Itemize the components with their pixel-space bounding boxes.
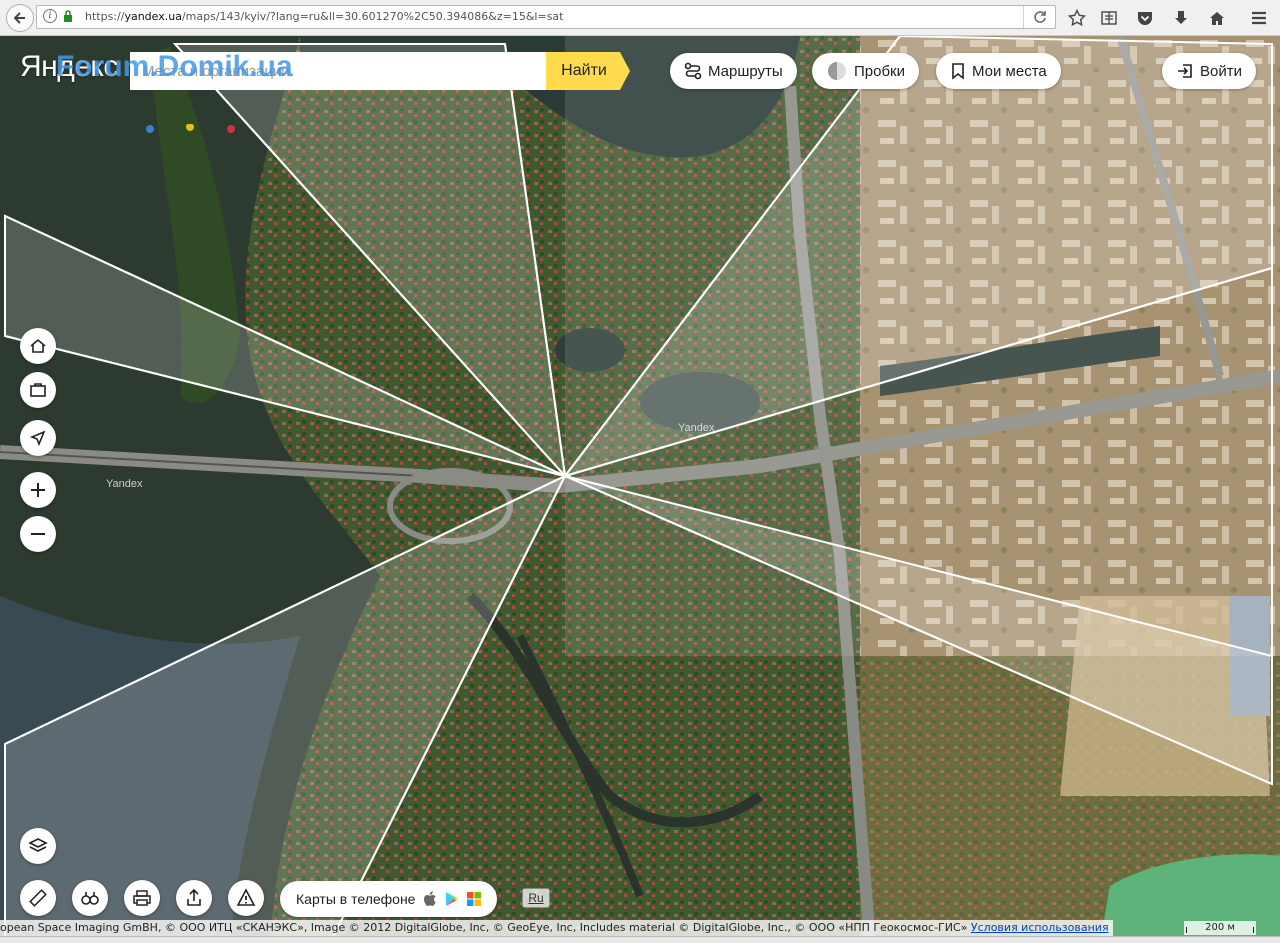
map-view[interactable]: Yandex Yandex Яндекс Forum.Domik.ua Найт… — [0, 36, 1280, 943]
url-text[interactable]: https://yandex.ua/maps/143/kyiv/?lang=ru… — [85, 10, 564, 23]
url-path: /maps/143/kyiv/?lang=ru&ll=30.601270%2C5… — [181, 10, 564, 23]
bookmark-star-button[interactable] — [1066, 7, 1088, 29]
copyright-text: opean Space Imaging GmBH, © ООО ИТЦ «СКА… — [0, 921, 968, 934]
my-location-button[interactable] — [20, 420, 56, 456]
routes-button[interactable]: Маршруты — [670, 53, 797, 89]
info-icon[interactable]: i — [43, 9, 57, 23]
url-prefix: https:// — [85, 10, 125, 23]
reload-button[interactable] — [1023, 6, 1055, 28]
home-button[interactable] — [20, 328, 56, 364]
traffic-label: Пробки — [854, 62, 905, 80]
route-icon — [684, 62, 702, 80]
download-icon — [1175, 11, 1187, 24]
ruler-icon — [29, 889, 47, 907]
satellite-imagery[interactable] — [0, 36, 1280, 943]
browser-toolbar: i https://yandex.ua/maps/143/kyiv/?lang=… — [0, 0, 1280, 36]
ruler-button[interactable] — [20, 880, 56, 916]
share-icon — [187, 888, 201, 906]
mobile-apps-label: Карты в телефоне — [296, 891, 416, 907]
reload-icon — [1033, 11, 1046, 23]
panorama-icon — [81, 892, 99, 905]
routes-label: Маршруты — [708, 62, 783, 80]
reading-list-icon — [1101, 11, 1117, 25]
report-error-icon — [236, 888, 256, 906]
my-places-button[interactable]: Мои места — [936, 53, 1061, 89]
home-button[interactable] — [1206, 7, 1228, 29]
address-bar[interactable]: i https://yandex.ua/maps/143/kyiv/?lang=… — [36, 5, 1056, 29]
traffic-icon — [828, 62, 846, 80]
search-button[interactable]: Найти — [546, 52, 630, 90]
layers-button[interactable] — [20, 828, 56, 864]
terms-link[interactable]: Условия использования — [971, 921, 1109, 934]
locate-icon — [29, 430, 46, 447]
lock-icon — [64, 10, 72, 22]
layers-icon — [28, 838, 48, 852]
work-button[interactable] — [20, 372, 56, 408]
print-icon — [133, 890, 151, 906]
copyright-bar: opean Space Imaging GmBH, © ООО ИТЦ «СКА… — [0, 920, 1113, 936]
window-bottom-edge — [0, 936, 1280, 943]
zoom-out-button[interactable] — [20, 516, 56, 552]
downloads-button[interactable] — [1170, 7, 1192, 29]
menu-button[interactable] — [1248, 7, 1270, 29]
menu-icon — [1252, 11, 1266, 25]
home-icon — [1210, 12, 1224, 25]
briefcase-icon — [30, 383, 46, 397]
my-places-label: Мои места — [972, 62, 1047, 80]
panorama-button[interactable] — [72, 880, 108, 916]
scale-bar: 200 м — [1184, 921, 1256, 935]
watermark-dots — [146, 124, 235, 133]
print-button[interactable] — [124, 880, 160, 916]
windows-icon[interactable] — [467, 892, 482, 906]
map-watermark-label: Yandex — [678, 422, 715, 434]
home-icon — [30, 338, 46, 353]
report-error-button[interactable] — [228, 880, 264, 916]
zoom-in-button[interactable] — [20, 472, 56, 508]
mobile-apps-promo[interactable]: Карты в телефоне — [280, 881, 498, 917]
login-icon — [1178, 64, 1192, 78]
pocket-icon — [1138, 12, 1152, 25]
zoom-out-icon — [31, 533, 45, 535]
forum-watermark: Forum.Domik.ua — [56, 50, 293, 83]
pocket-button[interactable] — [1134, 7, 1156, 29]
google-play-icon[interactable] — [445, 891, 459, 907]
star-icon — [1068, 9, 1086, 27]
reading-list-button[interactable] — [1098, 7, 1120, 29]
back-icon — [13, 12, 25, 24]
login-label: Войти — [1200, 62, 1242, 80]
apple-icon[interactable] — [423, 891, 437, 907]
login-button[interactable]: Войти — [1162, 53, 1256, 89]
share-button[interactable] — [176, 880, 212, 916]
url-host: yandex.ua — [124, 10, 182, 23]
map-watermark-label: Yandex — [106, 478, 143, 490]
bookmark-icon — [952, 63, 964, 80]
back-button[interactable] — [6, 4, 34, 32]
traffic-button[interactable]: Пробки — [812, 53, 919, 89]
zoom-in-icon — [31, 483, 45, 497]
language-switcher[interactable]: Ru — [522, 888, 550, 908]
